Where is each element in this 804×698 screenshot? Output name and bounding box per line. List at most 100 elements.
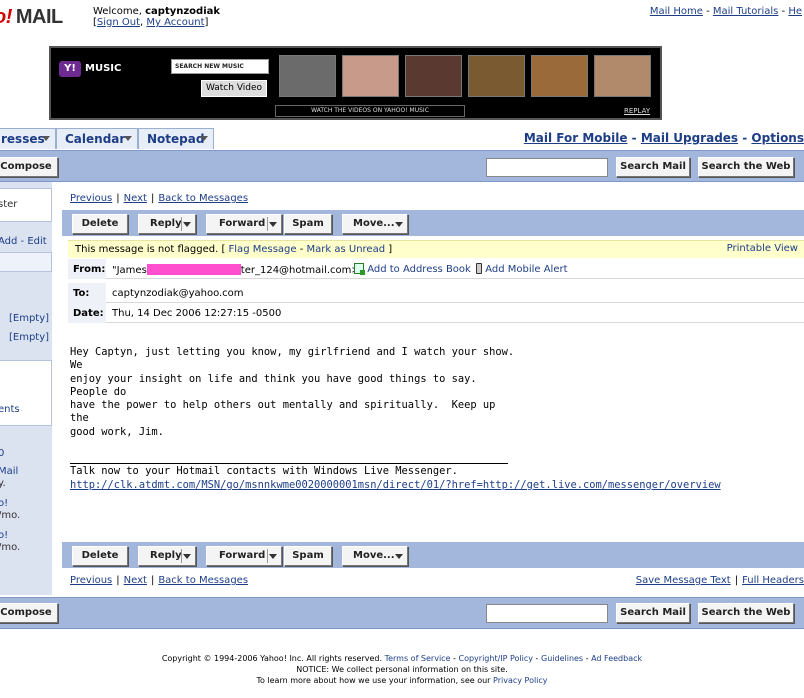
spam-button[interactable]: Spam — [284, 214, 332, 234]
chevron-down-icon[interactable] — [269, 554, 277, 559]
tab-notepad[interactable]: Notepad — [138, 128, 214, 149]
chevron-down-icon[interactable] — [124, 136, 132, 141]
sidebar-empty-link-1[interactable]: [Empty] — [9, 313, 49, 324]
next-link[interactable]: Next — [124, 193, 147, 204]
artist-thumb-1[interactable] — [279, 55, 336, 97]
guidelines-link[interactable]: Guidelines — [541, 654, 583, 663]
tab-notepad-label: Notepad — [147, 132, 205, 146]
reply-button[interactable]: Reply — [138, 546, 196, 566]
sign-out-link[interactable]: Sign Out — [97, 17, 140, 28]
mail-home-link[interactable]: Mail Home — [650, 6, 703, 17]
reply-button[interactable]: Reply — [138, 214, 196, 234]
sidebar-selected-row[interactable] — [0, 252, 52, 272]
chevron-down-icon[interactable] — [183, 554, 191, 559]
previous-link[interactable]: Previous — [70, 193, 112, 204]
watch-video-button[interactable]: Watch Video — [201, 80, 267, 97]
banner-caption[interactable]: WATCH THE VIDEOS ON YAHOO! MUSIC — [275, 105, 465, 117]
delete-button[interactable]: Delete — [72, 214, 128, 234]
move-label: Move... — [353, 218, 395, 229]
next-link[interactable]: Next — [124, 575, 147, 586]
sidebar-link[interactable]: ents — [0, 404, 20, 415]
to-label: To: — [68, 283, 106, 303]
artist-thumb-2[interactable] — [342, 55, 399, 97]
date-label: Date: — [68, 303, 106, 323]
add-mobile-alert-link[interactable]: Add Mobile Alert — [485, 264, 567, 275]
mail-tutorials-link[interactable]: Mail Tutorials — [713, 6, 778, 17]
delete-button[interactable]: Delete — [72, 546, 128, 566]
terms-link[interactable]: Terms of Service — [385, 654, 451, 663]
compose-button[interactable]: Compose — [0, 603, 58, 623]
chevron-down-icon[interactable] — [395, 554, 403, 559]
yahoo-mail-logo[interactable]: o!MAIL — [0, 6, 63, 29]
search-web-button[interactable]: Search the Web — [698, 157, 794, 177]
sidebar-folder-label[interactable]: ster — [0, 199, 17, 210]
search-mail-button[interactable]: Search Mail — [616, 157, 690, 177]
help-link[interactable]: He — [788, 6, 802, 17]
chevron-down-icon[interactable] — [269, 222, 277, 227]
chevron-down-icon[interactable] — [42, 136, 50, 141]
mark-unread-link[interactable]: Mark as Unread — [307, 244, 386, 255]
music-label: MUSIC — [85, 63, 122, 74]
move-label: Move... — [353, 550, 395, 561]
footer: Copyright © 1994-2006 Yahoo! Inc. All ri… — [0, 653, 804, 686]
search-web-button[interactable]: Search the Web — [698, 603, 794, 623]
messenger-link[interactable]: http://clk.atdmt.com/MSN/go/msnnkwme0020… — [70, 479, 721, 492]
move-button[interactable]: Move... — [342, 214, 408, 234]
copyright-text: Copyright © 1994-2006 Yahoo! Inc. All ri… — [161, 654, 383, 663]
from-row: From: "James ter_124@hotmail.com> Add to … — [68, 259, 804, 279]
sidebar-empty-link-2[interactable]: [Empty] — [9, 332, 49, 343]
chevron-down-icon[interactable] — [200, 136, 208, 141]
compose-button[interactable]: Compose — [0, 157, 58, 177]
sidebar-promo-text-2: /mo. — [0, 510, 21, 521]
flag-status-text: This message is not flagged. — [75, 244, 219, 255]
tab-calendar-label: Calendar — [65, 132, 126, 146]
sidebar-promo-link-3[interactable]: o! — [0, 530, 8, 541]
artist-thumb-6[interactable] — [594, 55, 651, 97]
full-headers-link[interactable]: Full Headers — [742, 575, 804, 586]
sidebar-add-edit-link[interactable]: Add - Edit — [0, 236, 47, 247]
back-to-messages-link[interactable]: Back to Messages — [158, 193, 248, 204]
footer-line-3: To learn more about how we use your info… — [0, 675, 804, 686]
my-account-link[interactable]: My Account — [146, 17, 204, 28]
flag-message-link[interactable]: Flag Message — [229, 244, 297, 255]
options-link[interactable]: Options — [751, 131, 804, 145]
printable-view-link[interactable]: Printable View — [727, 243, 798, 254]
tab-addresses[interactable]: resses — [0, 128, 56, 149]
mail-upgrades-link[interactable]: Mail Upgrades — [641, 131, 738, 145]
forward-button[interactable]: Forward — [206, 546, 282, 566]
logo-mark: o! — [0, 6, 12, 28]
tab-calendar[interactable]: Calendar — [56, 128, 138, 149]
sidebar-promo-link-1[interactable]: Mail — [0, 466, 18, 477]
from-label: From: — [68, 259, 106, 279]
artist-thumb-4[interactable] — [468, 55, 525, 97]
forward-button[interactable]: Forward — [206, 214, 282, 234]
privacy-policy-link[interactable]: Privacy Policy — [493, 676, 548, 685]
music-ad-banner[interactable]: Y! MUSIC SEARCH NEW MUSIC Watch Video WAT… — [49, 46, 662, 120]
top-links: Mail Home - Mail Tutorials - He — [649, 6, 802, 17]
save-message-text-link[interactable]: Save Message Text — [636, 575, 731, 586]
message-actions-bottom: Delete Reply Forward Spam Move... — [62, 542, 804, 568]
add-address-book[interactable]: Add to Address Book — [354, 263, 471, 275]
chevron-down-icon[interactable] — [183, 222, 191, 227]
ad-feedback-link[interactable]: Ad Feedback — [591, 654, 642, 663]
spam-button[interactable]: Spam — [284, 546, 332, 566]
chevron-down-icon[interactable] — [395, 222, 403, 227]
previous-link[interactable]: Previous — [70, 575, 112, 586]
artist-thumb-3[interactable] — [405, 55, 462, 97]
message-nav-bottom: Previous | Next | Back to Messages — [70, 575, 249, 586]
forward-label: Forward — [219, 218, 266, 229]
logo-text: MAIL — [15, 6, 63, 28]
search-mail-button[interactable]: Search Mail — [616, 603, 690, 623]
move-button[interactable]: Move... — [342, 546, 408, 566]
add-to-address-book-link[interactable]: Add to Address Book — [367, 264, 471, 275]
back-to-messages-link[interactable]: Back to Messages — [158, 575, 248, 586]
artist-thumb-5[interactable] — [531, 55, 588, 97]
add-mobile-alert[interactable]: Add Mobile Alert — [476, 263, 568, 275]
search-input[interactable] — [486, 158, 608, 177]
sidebar-promo-link-2[interactable]: o! — [0, 498, 8, 509]
mail-for-mobile-link[interactable]: Mail For Mobile — [524, 131, 628, 145]
search-music-input[interactable]: SEARCH NEW MUSIC — [171, 59, 269, 74]
search-input[interactable] — [486, 604, 608, 623]
replay-link[interactable]: REPLAY — [624, 107, 650, 115]
copyright-policy-link[interactable]: Copyright/IP Policy — [458, 654, 533, 663]
